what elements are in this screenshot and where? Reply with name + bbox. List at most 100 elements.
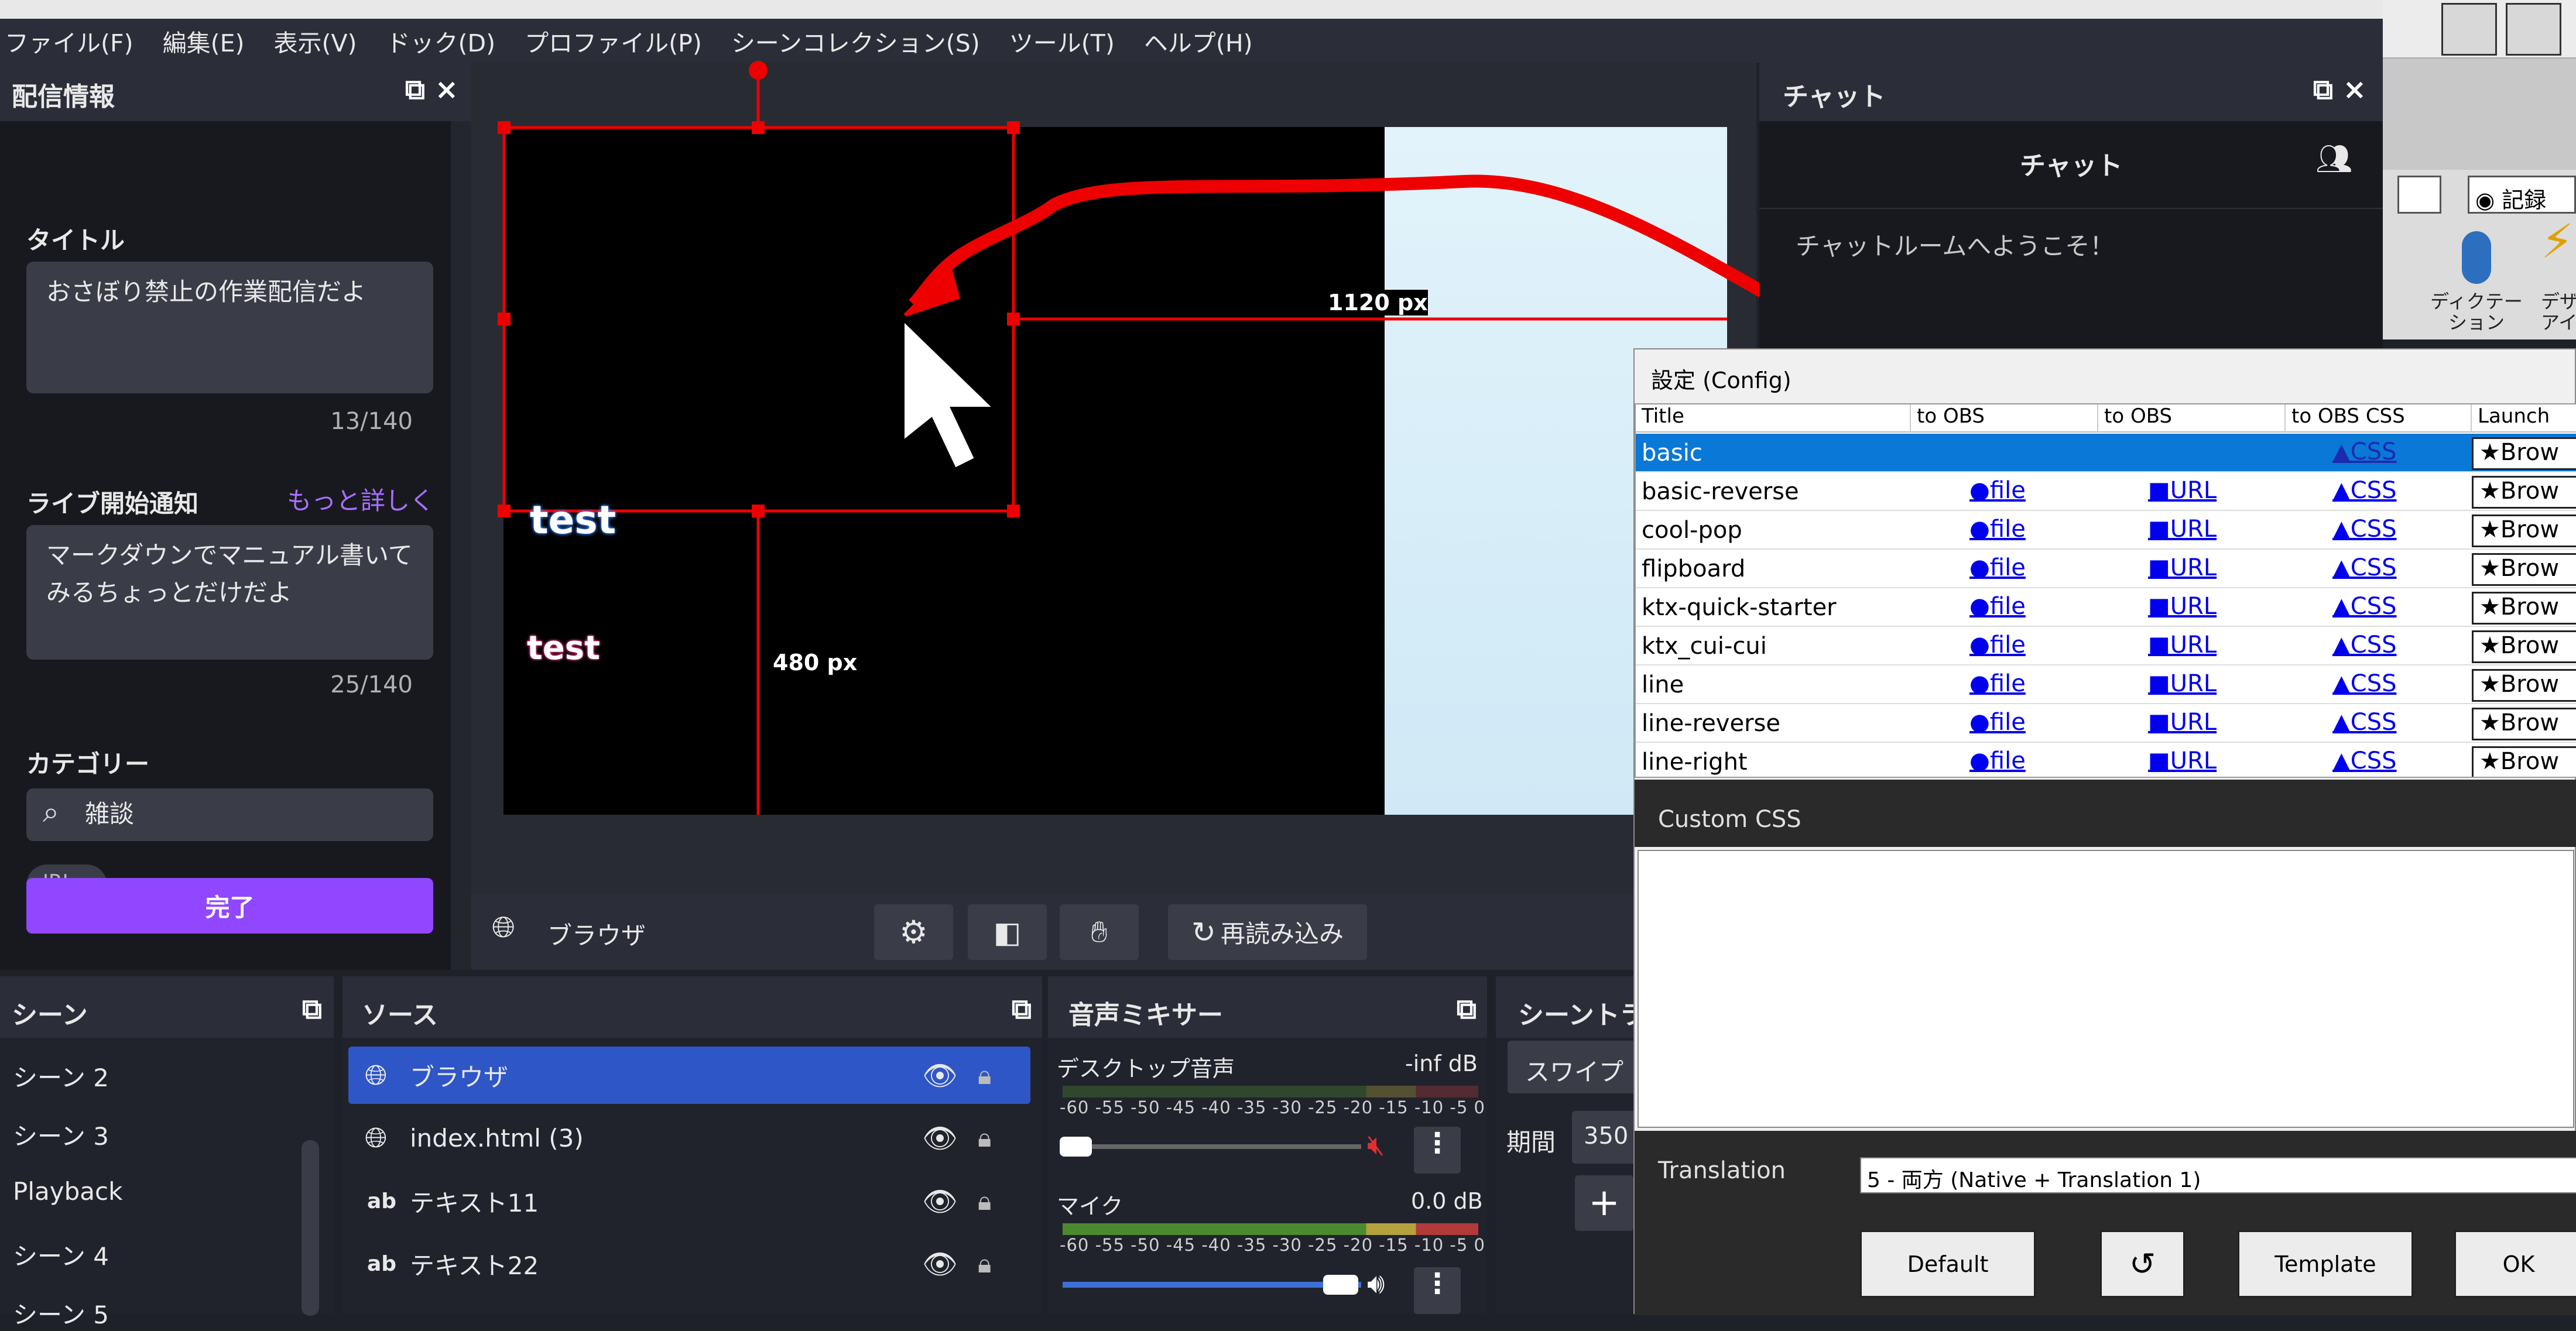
source-item-selected[interactable]: 🌐︎ ブラウザ 👁︎ 🔒︎ — [348, 1047, 1030, 1104]
toolbar-source-name: ブラウザ — [547, 921, 646, 950]
scenes-float-icon[interactable]: ⧉ — [302, 993, 322, 1026]
browse-button[interactable]: ★Brow — [2472, 514, 2576, 547]
url-link[interactable]: ■URL — [2148, 477, 2217, 504]
column-header[interactable]: to OBS CSS — [2286, 404, 2472, 433]
source-item[interactable]: ab テキスト11 👁︎ 🔒︎ — [348, 1172, 1030, 1230]
eye-icon[interactable]: 👁︎ — [922, 1185, 958, 1218]
css-link[interactable]: ▲CSS — [2332, 593, 2396, 620]
users-icon[interactable]: 👥︎ — [2315, 142, 2352, 176]
template-button[interactable]: Template — [2238, 1230, 2413, 1298]
lock-icon[interactable]: 🔒︎ — [978, 1249, 991, 1279]
muted-speaker-icon[interactable]: 🔇︎ — [1367, 1128, 1385, 1162]
scene-item[interactable]: シーン 4 — [13, 1237, 109, 1272]
chat-dock: チャット ⧉ × チャット 👥︎ チャットルームへようこそ！ — [1759, 63, 2383, 349]
template-row[interactable]: line-right ●file ■URL ▲CSS ★Brow — [1636, 743, 2576, 777]
mic-slider-handle[interactable] — [1323, 1275, 1358, 1295]
eye-icon[interactable]: 👁︎ — [922, 1247, 958, 1281]
template-name: line-reverse — [1642, 710, 1780, 737]
template-name: line-right — [1642, 749, 1748, 776]
url-link[interactable]: ■URL — [2148, 516, 2217, 543]
browse-button[interactable]: ★Brow — [2472, 437, 2576, 470]
file-link[interactable]: ●file — [1969, 554, 2026, 581]
source-item[interactable]: ab テキスト22 👁︎ 🔒︎ — [348, 1235, 1030, 1292]
template-row[interactable]: basic ▲CSS ★Brow — [1636, 434, 2576, 472]
source-item[interactable]: 🌐︎ index.html (3) 👁︎ 🔒︎ — [348, 1109, 1030, 1167]
browse-button[interactable]: ★Brow — [2472, 746, 2576, 777]
css-link[interactable]: ▲CSS — [2332, 438, 2396, 465]
url-link[interactable]: ■URL — [2148, 747, 2217, 774]
file-link[interactable]: ●file — [1969, 632, 2026, 658]
default-button[interactable]: Default — [1860, 1230, 2036, 1298]
browse-button[interactable]: ★Brow — [2472, 669, 2576, 702]
url-link[interactable]: ■URL — [2148, 632, 2217, 658]
browse-button[interactable]: ★Brow — [2472, 708, 2576, 740]
column-header[interactable]: Launch — [2472, 404, 2576, 433]
template-row[interactable]: line-reverse ●file ■URL ▲CSS ★Brow — [1636, 704, 2576, 743]
gear-icon: ⚙ — [899, 914, 928, 951]
css-link[interactable]: ▲CSS — [2332, 477, 2396, 504]
reset-button[interactable]: ↺ — [2100, 1230, 2185, 1298]
scene-item[interactable]: Playback — [13, 1177, 122, 1206]
filters-button[interactable]: ◧ — [968, 904, 1047, 960]
translation-select[interactable]: 5 - 両方 (Native + Translation 1) — [1860, 1157, 2576, 1193]
chat-dock-buttons[interactable]: ⧉ × — [2313, 73, 2366, 107]
eye-icon[interactable]: 👁︎ — [922, 1121, 958, 1155]
template-name: ktx-quick-starter — [1642, 594, 1837, 621]
url-link[interactable]: ■URL — [2148, 670, 2217, 697]
interact-button[interactable]: ✋︎ — [1060, 904, 1139, 960]
browse-button[interactable]: ★Brow — [2472, 630, 2576, 663]
mic-meter — [1063, 1223, 1478, 1235]
sources-title: ソース — [362, 1000, 438, 1030]
file-link[interactable]: ●file — [1969, 593, 2026, 620]
speaker-icon[interactable]: 🔊︎ — [1367, 1267, 1385, 1301]
scenes-title: シーン — [12, 1000, 88, 1030]
eye-icon[interactable]: 👁︎ — [922, 1059, 958, 1092]
file-link[interactable]: ●file — [1969, 747, 2026, 774]
css-link[interactable]: ▲CSS — [2332, 516, 2396, 543]
scene-item[interactable]: シーン 5 — [13, 1295, 109, 1331]
lock-icon[interactable]: 🔒︎ — [978, 1186, 991, 1216]
template-row[interactable]: basic-reverse ●file ■URL ▲CSS ★Brow — [1636, 472, 2576, 511]
browse-button[interactable]: ★Brow — [2472, 592, 2576, 625]
url-link[interactable]: ■URL — [2148, 554, 2217, 581]
css-link[interactable]: ▲CSS — [2332, 709, 2396, 736]
css-link[interactable]: ▲CSS — [2332, 747, 2396, 774]
scene-item[interactable]: シーン 3 — [13, 1117, 109, 1152]
add-transition-button[interactable]: + — [1575, 1175, 1633, 1231]
file-link[interactable]: ●file — [1969, 709, 2026, 736]
mixer-float-icon[interactable]: ⧉ — [1457, 993, 1477, 1026]
css-link[interactable]: ▲CSS — [2332, 554, 2396, 581]
file-link[interactable]: ●file — [1969, 516, 2026, 543]
css-link[interactable]: ▲CSS — [2332, 632, 2396, 658]
mic-slider[interactable] — [1063, 1282, 1361, 1288]
desktop-audio-slider-handle[interactable] — [1060, 1137, 1092, 1157]
desktop-audio-menu-icon[interactable]: ⋮ — [1414, 1127, 1461, 1174]
desktop-audio-slider[interactable] — [1063, 1144, 1361, 1149]
column-header[interactable]: to OBS — [2098, 404, 2286, 433]
browse-button[interactable]: ★Brow — [2472, 476, 2576, 509]
lock-icon[interactable]: 🔒︎ — [978, 1123, 991, 1153]
sources-float-icon[interactable]: ⧉ — [1012, 993, 1032, 1026]
url-link[interactable]: ■URL — [2148, 709, 2217, 736]
file-link[interactable]: ●file — [1969, 670, 2026, 697]
custom-css-editor[interactable] — [1638, 850, 2574, 1128]
url-link[interactable]: ■URL — [2148, 593, 2217, 620]
reload-button[interactable]: ↻ 再読み込み — [1168, 904, 1367, 960]
browse-button[interactable]: ★Brow — [2472, 553, 2576, 586]
column-header[interactable]: to OBS — [1911, 404, 2098, 433]
scene-item[interactable]: シーン 2 — [13, 1058, 109, 1094]
column-header[interactable]: Title — [1636, 404, 1911, 433]
ok-button[interactable]: OK — [2454, 1230, 2576, 1298]
lock-icon[interactable]: 🔒︎ — [978, 1061, 991, 1090]
text-icon: ab — [367, 1189, 397, 1213]
file-link[interactable]: ●file — [1969, 477, 2026, 504]
mic-menu-icon[interactable]: ⋮ — [1414, 1267, 1461, 1314]
properties-button[interactable]: ⚙ — [874, 904, 953, 960]
scenes-scrollbar[interactable] — [302, 1140, 319, 1316]
template-row[interactable]: cool-pop ●file ■URL ▲CSS ★Brow — [1636, 511, 2576, 550]
template-row[interactable]: line ●file ■URL ▲CSS ★Brow — [1636, 666, 2576, 704]
template-row[interactable]: ktx_cui-cui ●file ■URL ▲CSS ★Brow — [1636, 627, 2576, 666]
css-link[interactable]: ▲CSS — [2332, 670, 2396, 697]
template-row[interactable]: flipboard ●file ■URL ▲CSS ★Brow — [1636, 550, 2576, 588]
template-row[interactable]: ktx-quick-starter ●file ■URL ▲CSS ★Brow — [1636, 588, 2576, 627]
